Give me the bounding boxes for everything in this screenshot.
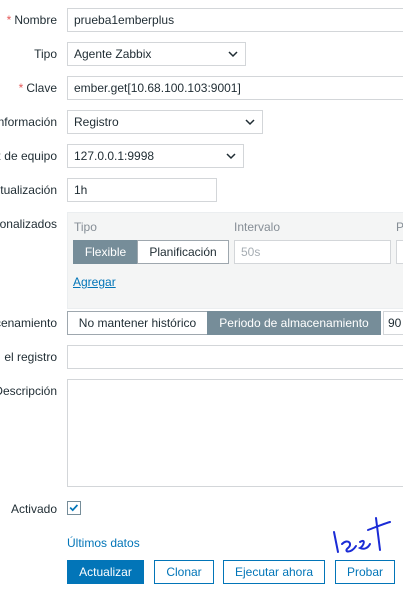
checkmark-icon bbox=[69, 504, 79, 512]
required-asterisk: * bbox=[18, 81, 24, 95]
chevron-down-icon bbox=[226, 153, 236, 160]
add-interval-link[interactable]: Agregar bbox=[73, 275, 116, 289]
key-label-text: Clave bbox=[26, 81, 57, 95]
flexible-button[interactable]: Flexible bbox=[73, 240, 138, 264]
name-label: * Nombre bbox=[7, 8, 57, 32]
period-field[interactable] bbox=[396, 240, 403, 264]
clone-button[interactable]: Clonar bbox=[154, 560, 214, 584]
name-field[interactable]: prueba1emberplus bbox=[67, 8, 403, 32]
history-label: cenamiento bbox=[0, 316, 57, 330]
execute-now-button[interactable]: Ejecutar ahora bbox=[223, 560, 325, 584]
host-interface-select-value: 127.0.0.1:9998 bbox=[74, 149, 155, 163]
handwritten-scribble bbox=[333, 517, 391, 553]
description-label: Descripción bbox=[0, 384, 57, 398]
name-field-value: prueba1emberplus bbox=[74, 13, 175, 27]
enabled-checkbox[interactable] bbox=[67, 501, 81, 515]
col-type-header: Tipo bbox=[74, 220, 97, 234]
chevron-down-icon bbox=[245, 119, 255, 126]
test-button[interactable]: Probar bbox=[335, 560, 395, 584]
key-label: * Clave bbox=[19, 76, 57, 100]
history-value: 90 bbox=[388, 316, 402, 330]
col-interval-header: Intervalo bbox=[234, 220, 281, 234]
type-select-value: Agente Zabbix bbox=[74, 47, 152, 61]
col-period-header: P bbox=[396, 220, 403, 234]
history-value-field[interactable]: 90 bbox=[383, 311, 403, 335]
required-asterisk: * bbox=[6, 13, 12, 27]
no-keep-history-button[interactable]: No mantener histórico bbox=[67, 311, 208, 335]
chevron-down-icon bbox=[228, 51, 238, 58]
key-field[interactable]: ember.get[10.68.100.103:9001] bbox=[67, 76, 403, 100]
host-interface-label: z de equipo bbox=[0, 149, 57, 163]
type-select[interactable]: Agente Zabbix bbox=[67, 42, 246, 66]
log-time-format-label: el registro bbox=[4, 350, 57, 364]
interval-field[interactable]: 50s bbox=[234, 240, 391, 264]
update-button[interactable]: Actualizar bbox=[67, 560, 144, 584]
info-type-select[interactable]: Registro bbox=[67, 110, 263, 134]
scheduling-button[interactable]: Planificación bbox=[137, 240, 229, 264]
update-interval-field[interactable]: 1h bbox=[67, 178, 217, 202]
description-textarea[interactable] bbox=[67, 379, 403, 487]
info-type-select-value: Registro bbox=[74, 115, 119, 129]
log-time-format-field[interactable] bbox=[67, 345, 403, 369]
interval-placeholder: 50s bbox=[241, 245, 261, 259]
custom-intervals-label: onalizados bbox=[0, 217, 57, 231]
storage-period-button[interactable]: Periodo de almacenamiento bbox=[207, 311, 381, 335]
key-field-value: ember.get[10.68.100.103:9001] bbox=[74, 81, 241, 95]
custom-intervals-panel: Tipo Intervalo P Flexible Planificación … bbox=[67, 212, 403, 309]
update-interval-label: ctualización bbox=[0, 183, 57, 197]
update-interval-value: 1h bbox=[74, 183, 88, 197]
latest-data-link[interactable]: Últimos datos bbox=[67, 536, 140, 550]
host-interface-select[interactable]: 127.0.0.1:9998 bbox=[67, 144, 244, 168]
name-label-text: Nombre bbox=[14, 13, 57, 27]
enabled-label: Activado bbox=[10, 502, 57, 516]
type-label: Tipo bbox=[34, 47, 57, 61]
info-type-label: nformación bbox=[0, 115, 57, 129]
